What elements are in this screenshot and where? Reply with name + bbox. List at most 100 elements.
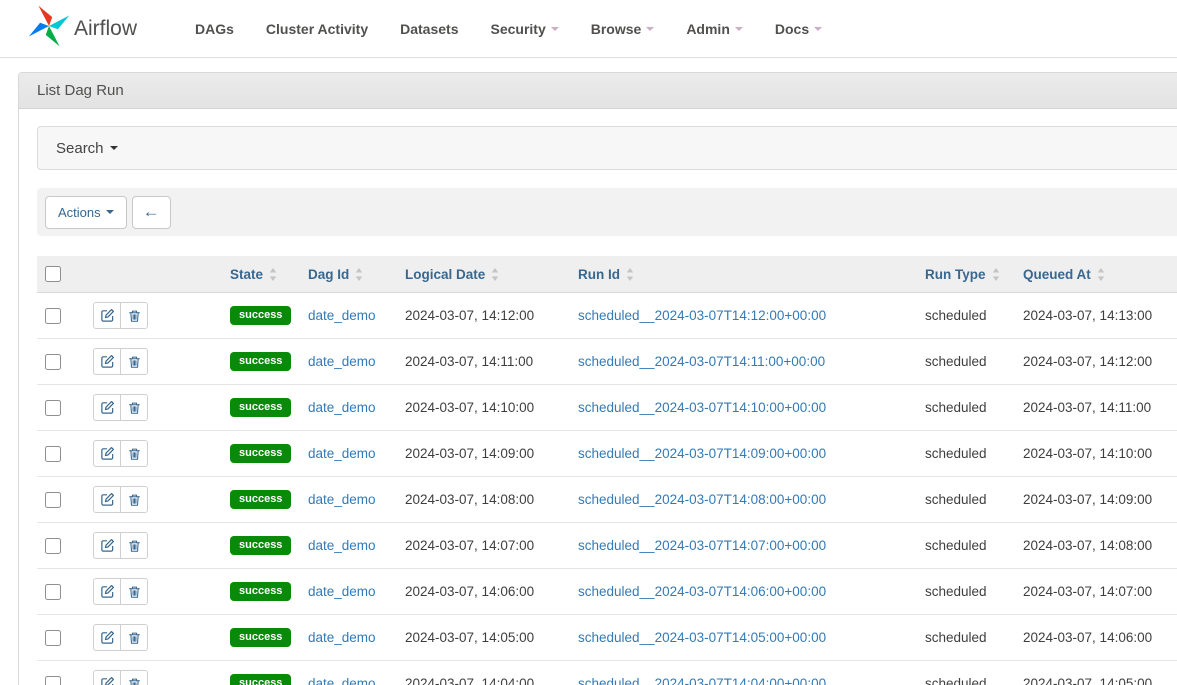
actions-dropdown-button[interactable]: Actions: [45, 196, 127, 229]
sort-header-run-type[interactable]: Run Type: [925, 267, 1000, 282]
delete-record-button[interactable]: [120, 302, 148, 329]
dag-id-link[interactable]: date_demo: [308, 676, 376, 685]
run-type-cell: scheduled: [917, 385, 1015, 431]
back-button[interactable]: ←: [132, 196, 171, 229]
run-type-cell: scheduled: [917, 293, 1015, 339]
row-checkbox[interactable]: [45, 354, 61, 370]
queued-at-cell: 2024-03-07, 14:07:00: [1015, 569, 1177, 615]
edit-icon: [100, 492, 115, 507]
edit-icon: [100, 584, 115, 599]
delete-record-button[interactable]: [120, 394, 148, 421]
logical-date-cell: 2024-03-07, 14:08:00: [397, 477, 570, 523]
trash-icon: [128, 309, 141, 323]
row-checkbox[interactable]: [45, 308, 61, 324]
sort-header-run-id[interactable]: Run Id: [578, 267, 634, 282]
run-id-link[interactable]: scheduled__2024-03-07T14:07:00+00:00: [578, 538, 826, 553]
edit-record-button[interactable]: [93, 348, 121, 375]
delete-record-button[interactable]: [120, 440, 148, 467]
logical-date-cell: 2024-03-07, 14:04:00: [397, 661, 570, 685]
run-id-link[interactable]: scheduled__2024-03-07T14:09:00+00:00: [578, 446, 826, 461]
dag-run-table: State Dag Id Logical Date Run Id Run Typ…: [37, 256, 1177, 685]
table-row: success date_demo 2024-03-07, 14:05:00 s…: [37, 615, 1177, 661]
dag-id-link[interactable]: date_demo: [308, 538, 376, 553]
run-id-link[interactable]: scheduled__2024-03-07T14:04:00+00:00: [578, 676, 826, 685]
brand-title: Airflow: [74, 17, 137, 41]
dag-id-link[interactable]: date_demo: [308, 446, 376, 461]
dag-id-link[interactable]: date_demo: [308, 308, 376, 323]
edit-record-button[interactable]: [93, 670, 121, 685]
search-label: Search: [56, 140, 104, 157]
delete-record-button[interactable]: [120, 348, 148, 375]
delete-record-button[interactable]: [120, 670, 148, 685]
edit-record-button[interactable]: [93, 394, 121, 421]
row-checkbox[interactable]: [45, 630, 61, 646]
dag-id-link[interactable]: date_demo: [308, 400, 376, 415]
run-type-cell: scheduled: [917, 431, 1015, 477]
chevron-down-icon: [106, 210, 114, 214]
queued-at-cell: 2024-03-07, 14:06:00: [1015, 615, 1177, 661]
delete-record-button[interactable]: [120, 578, 148, 605]
nav-item-docs[interactable]: Docs: [759, 11, 838, 47]
status-badge: success: [230, 398, 291, 417]
sort-header-state[interactable]: State: [230, 267, 277, 282]
run-id-link[interactable]: scheduled__2024-03-07T14:05:00+00:00: [578, 630, 826, 645]
edit-record-button[interactable]: [93, 624, 121, 651]
delete-record-button[interactable]: [120, 624, 148, 651]
run-id-link[interactable]: scheduled__2024-03-07T14:08:00+00:00: [578, 492, 826, 507]
nav-item-cluster-activity[interactable]: Cluster Activity: [250, 11, 384, 47]
sort-header-queued-at[interactable]: Queued At: [1023, 267, 1105, 282]
airflow-brand[interactable]: Airflow: [28, 5, 137, 52]
row-checkbox[interactable]: [45, 676, 61, 685]
queued-at-cell: 2024-03-07, 14:11:00: [1015, 385, 1177, 431]
chevron-down-icon: [814, 27, 822, 31]
edit-record-button[interactable]: [93, 578, 121, 605]
edit-record-button[interactable]: [93, 486, 121, 513]
queued-at-cell: 2024-03-07, 14:13:00: [1015, 293, 1177, 339]
logical-date-cell: 2024-03-07, 14:09:00: [397, 431, 570, 477]
sort-header-logical-date[interactable]: Logical Date: [405, 267, 499, 282]
row-checkbox[interactable]: [45, 538, 61, 554]
run-type-cell: scheduled: [917, 477, 1015, 523]
nav-item-browse[interactable]: Browse: [575, 11, 671, 47]
row-checkbox[interactable]: [45, 446, 61, 462]
status-badge: success: [230, 306, 291, 325]
search-toggle[interactable]: Search: [37, 126, 1177, 170]
row-checkbox[interactable]: [45, 584, 61, 600]
logical-date-cell: 2024-03-07, 14:11:00: [397, 339, 570, 385]
table-row: success date_demo 2024-03-07, 14:07:00 s…: [37, 523, 1177, 569]
logical-date-cell: 2024-03-07, 14:12:00: [397, 293, 570, 339]
run-type-cell: scheduled: [917, 615, 1015, 661]
run-type-cell: scheduled: [917, 569, 1015, 615]
dag-id-link[interactable]: date_demo: [308, 584, 376, 599]
run-id-link[interactable]: scheduled__2024-03-07T14:10:00+00:00: [578, 400, 826, 415]
delete-record-button[interactable]: [120, 532, 148, 559]
edit-record-button[interactable]: [93, 440, 121, 467]
row-checkbox[interactable]: [45, 400, 61, 416]
nav-item-admin[interactable]: Admin: [670, 11, 759, 47]
nav-item-security[interactable]: Security: [474, 11, 574, 47]
table-row: success date_demo 2024-03-07, 14:12:00 s…: [37, 293, 1177, 339]
chevron-down-icon: [646, 27, 654, 31]
delete-record-button[interactable]: [120, 486, 148, 513]
status-badge: success: [230, 352, 291, 371]
sort-icon: [1097, 268, 1105, 281]
select-all-checkbox[interactable]: [45, 266, 61, 282]
nav-item-datasets[interactable]: Datasets: [384, 11, 474, 47]
edit-record-button[interactable]: [93, 532, 121, 559]
trash-icon: [128, 355, 141, 369]
dag-id-link[interactable]: date_demo: [308, 630, 376, 645]
top-navbar: Airflow DAGs Cluster Activity Datasets S…: [0, 0, 1177, 58]
run-id-link[interactable]: scheduled__2024-03-07T14:11:00+00:00: [578, 354, 825, 369]
status-badge: success: [230, 674, 291, 685]
run-id-link[interactable]: scheduled__2024-03-07T14:12:00+00:00: [578, 308, 826, 323]
edit-icon: [100, 538, 115, 553]
dag-id-link[interactable]: date_demo: [308, 354, 376, 369]
dag-id-link[interactable]: date_demo: [308, 492, 376, 507]
sort-icon: [992, 268, 1000, 281]
edit-icon: [100, 400, 115, 415]
row-checkbox[interactable]: [45, 492, 61, 508]
sort-header-dag-id[interactable]: Dag Id: [308, 267, 363, 282]
edit-record-button[interactable]: [93, 302, 121, 329]
nav-item-dags[interactable]: DAGs: [179, 11, 250, 47]
run-id-link[interactable]: scheduled__2024-03-07T14:06:00+00:00: [578, 584, 826, 599]
